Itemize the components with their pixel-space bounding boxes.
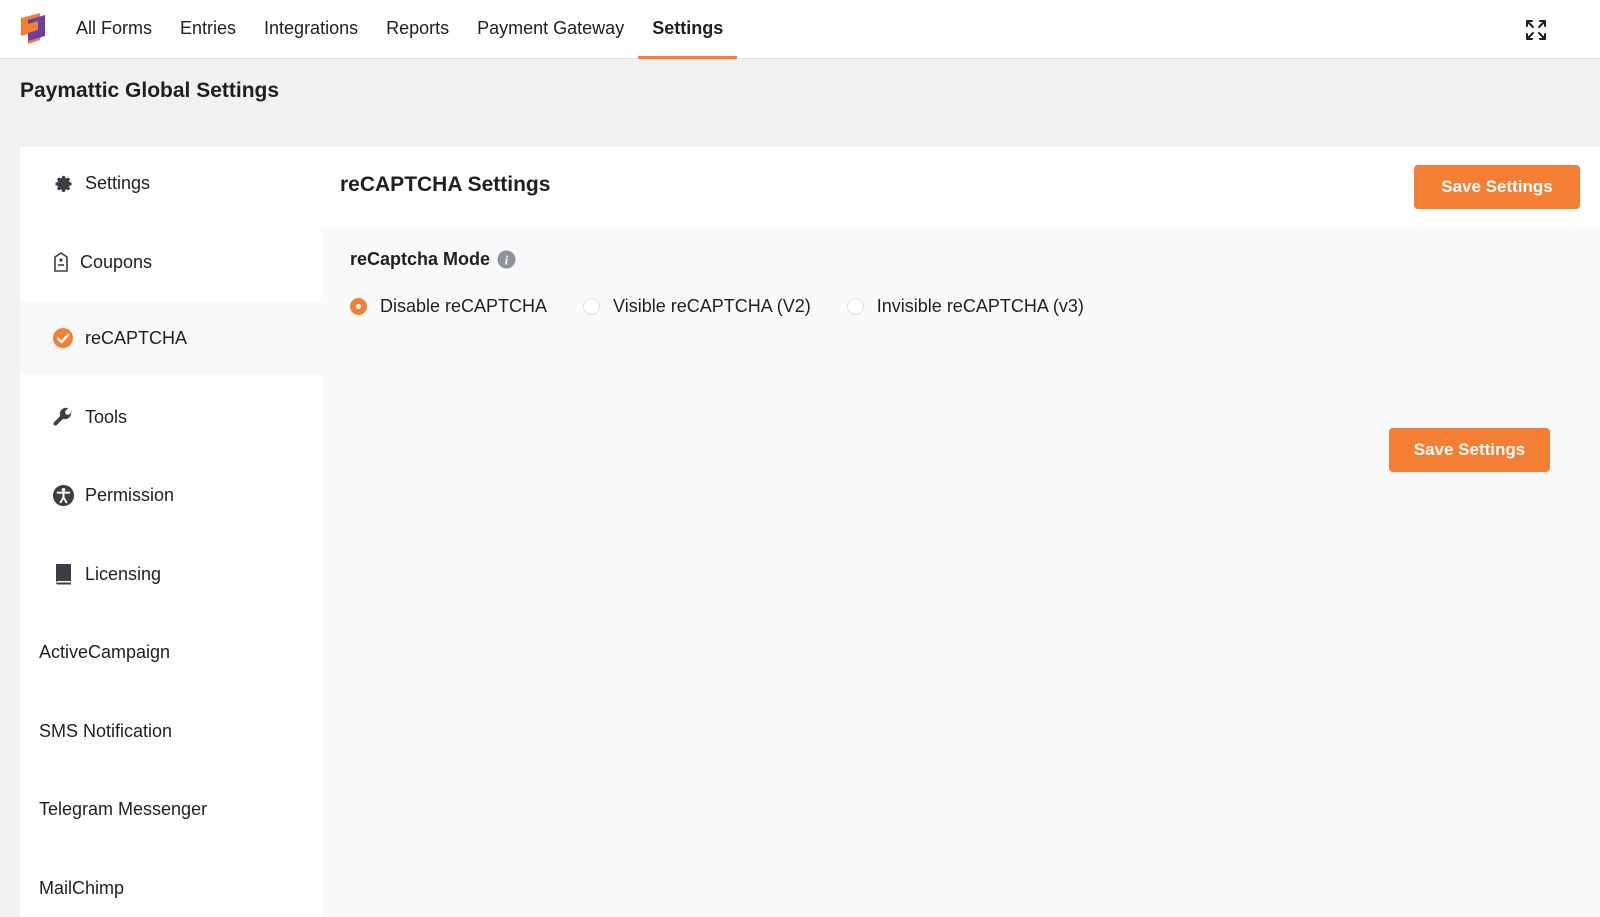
fullscreen-icon[interactable]: [1524, 18, 1548, 42]
svg-text:i: i: [505, 253, 509, 267]
sidebar-item-settings[interactable]: Settings: [20, 147, 321, 219]
sidebar-item-label: SMS Notification: [39, 720, 173, 741]
recaptcha-settings-panel: reCAPTCHA Settings Save Settings reCaptc…: [321, 147, 1600, 917]
radio-label: Visible reCAPTCHA (V2): [613, 296, 811, 316]
sidebar-item-tools[interactable]: Tools: [20, 381, 321, 453]
save-settings-button-top[interactable]: Save Settings: [1414, 165, 1580, 209]
sidebar-item-label: Coupons: [80, 251, 153, 272]
nav-reports[interactable]: Reports: [372, 0, 463, 59]
sidebar-item-telegram-messenger[interactable]: Telegram Messenger: [20, 773, 321, 845]
sidebar-item-recaptcha[interactable]: reCAPTCHA: [20, 302, 321, 374]
sidebar-item-mailchimp[interactable]: MailChimp: [20, 852, 321, 917]
radio-visible-recaptcha-v2[interactable]: Visible reCAPTCHA (V2): [583, 296, 811, 317]
radio-label: Disable reCAPTCHA: [380, 296, 548, 316]
main-nav: All Forms Entries Integrations Reports P…: [62, 0, 738, 59]
check-circle-icon: [51, 326, 75, 350]
sidebar-item-sms-notification[interactable]: SMS Notification: [20, 695, 321, 767]
sidebar-item-coupons[interactable]: Coupons: [20, 226, 321, 298]
sidebar-item-activecampaign[interactable]: ActiveCampaign: [20, 616, 321, 688]
radio-invisible-recaptcha-v3[interactable]: Invisible reCAPTCHA (v3): [846, 296, 1084, 317]
radio-button[interactable]: [846, 298, 864, 315]
gear-icon: [51, 171, 75, 195]
nav-payment-gateway[interactable]: Payment Gateway: [463, 0, 638, 59]
nav-all-forms[interactable]: All Forms: [62, 0, 166, 59]
wrench-icon: [51, 405, 75, 429]
save-settings-button-bottom[interactable]: Save Settings: [1389, 428, 1550, 472]
sidebar-item-label: Tools: [85, 406, 128, 427]
sidebar-item-licensing[interactable]: Licensing: [20, 538, 321, 610]
radio-disable-recaptcha[interactable]: Disable reCAPTCHA: [350, 296, 547, 317]
top-navigation-bar: All Forms Entries Integrations Reports P…: [0, 0, 1600, 59]
panel-header: reCAPTCHA Settings Save Settings: [321, 147, 1600, 227]
nav-settings[interactable]: Settings: [638, 0, 738, 59]
panel-title: reCAPTCHA Settings: [340, 173, 551, 196]
info-icon[interactable]: i: [497, 250, 516, 269]
sidebar-item-label: ActiveCampaign: [39, 641, 171, 662]
settings-sidebar: Settings Coupons reCAPTCHA Tools Permiss…: [20, 147, 321, 917]
sidebar-item-label: Telegram Messenger: [39, 798, 208, 819]
page-title: Paymattic Global Settings: [20, 79, 280, 102]
radio-button[interactable]: [583, 298, 601, 315]
nav-entries[interactable]: Entries: [166, 0, 250, 59]
nav-integrations[interactable]: Integrations: [250, 0, 372, 59]
sidebar-item-label: Settings: [85, 172, 151, 193]
sidebar-item-label: MailChimp: [39, 877, 125, 898]
coupon-icon: [49, 250, 73, 274]
radio-button-checked[interactable]: [350, 298, 367, 315]
radio-label: Invisible reCAPTCHA (v3): [876, 296, 1084, 316]
field-label-text: reCaptcha Mode: [350, 249, 491, 269]
recaptcha-mode-label: reCaptcha Mode i: [350, 249, 516, 270]
book-icon: [51, 562, 75, 586]
sidebar-item-permission[interactable]: Permission: [20, 459, 321, 531]
sidebar-item-label: reCAPTCHA: [85, 327, 188, 348]
paymattic-logo-icon[interactable]: [18, 10, 48, 50]
sidebar-item-label: Permission: [85, 484, 175, 505]
sidebar-item-label: Licensing: [85, 563, 162, 584]
recaptcha-mode-radio-group: Disable reCAPTCHA Visible reCAPTCHA (V2)…: [350, 296, 1120, 317]
accessibility-icon: [51, 483, 75, 507]
